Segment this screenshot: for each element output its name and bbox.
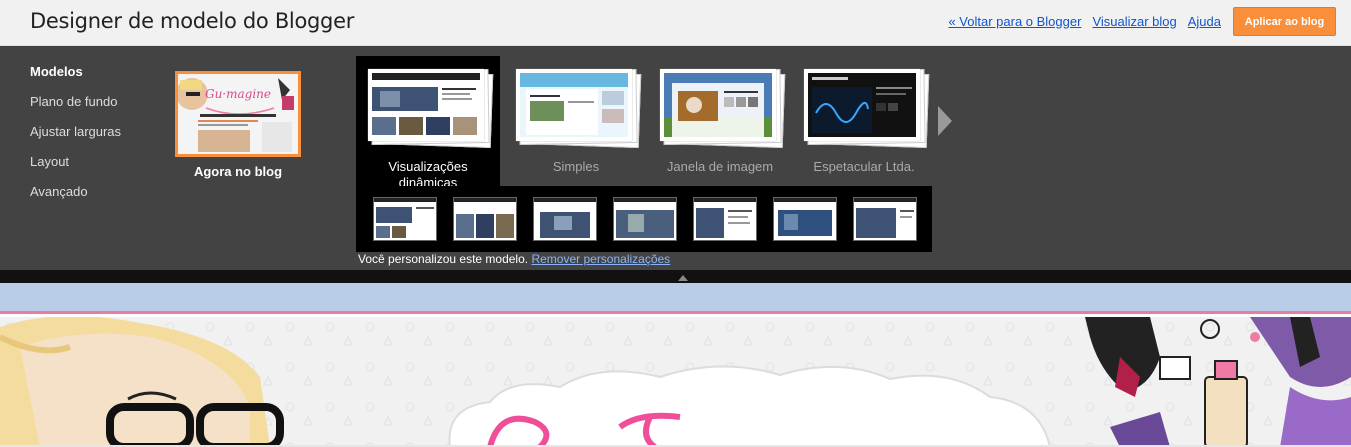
designer-sidenav: Modelos Plano de fundo Ajustar larguras … bbox=[30, 64, 121, 214]
top-header: Designer de modelo do Blogger « Voltar p… bbox=[0, 0, 1351, 46]
variant-thumbnail[interactable] bbox=[453, 197, 517, 241]
view-blog-link[interactable]: Visualizar blog bbox=[1092, 14, 1176, 29]
template-carousel: Visualizações dinâmicas Simples Janela d… bbox=[356, 56, 936, 190]
customization-notice: Você personalizou este modelo. Remover p… bbox=[358, 252, 670, 266]
current-blog-label: Agora no blog bbox=[193, 164, 283, 179]
template-thumbnail bbox=[660, 68, 786, 149]
back-to-blogger-link[interactable]: « Voltar para o Blogger bbox=[948, 14, 1081, 29]
template-awesome-inc[interactable]: Espetacular Ltda. bbox=[799, 68, 930, 175]
variant-thumbnail[interactable] bbox=[613, 197, 677, 241]
blog-preview-navbar bbox=[0, 283, 1351, 314]
variant-thumbnail[interactable] bbox=[693, 197, 757, 241]
template-picture-window[interactable]: Janela de imagem bbox=[655, 68, 786, 175]
variant-thumbnail[interactable] bbox=[533, 197, 597, 241]
blog-preview-header bbox=[0, 315, 1351, 447]
remove-customizations-link[interactable]: Remover personalizações bbox=[531, 252, 670, 266]
apply-to-blog-button[interactable]: Aplicar ao blog bbox=[1233, 7, 1336, 36]
help-link[interactable]: Ajuda bbox=[1188, 14, 1221, 29]
blog-header-artwork bbox=[0, 315, 1351, 447]
template-thumbnail bbox=[368, 68, 494, 149]
template-thumbnail bbox=[516, 68, 642, 149]
template-dynamic-views[interactable]: Visualizações dinâmicas bbox=[363, 68, 494, 191]
designer-panel: Modelos Plano de fundo Ajustar larguras … bbox=[0, 46, 1351, 270]
app-title: Designer de modelo do Blogger bbox=[30, 9, 355, 33]
variant-thumbnail[interactable] bbox=[373, 197, 437, 241]
current-blog-preview-image: Gu·magine bbox=[178, 74, 298, 154]
current-blog[interactable]: Gu·magine Agora no blog bbox=[175, 71, 301, 179]
template-name: Janela de imagem bbox=[666, 159, 774, 174]
current-blog-logo-text: Gu·magine bbox=[205, 87, 271, 101]
header-links: « Voltar para o Blogger Visualizar blog … bbox=[948, 14, 1221, 29]
sidenav-item-layout[interactable]: Layout bbox=[30, 154, 121, 184]
variant-thumbnail[interactable] bbox=[773, 197, 837, 241]
template-variants bbox=[356, 186, 932, 252]
template-simple[interactable]: Simples bbox=[511, 68, 642, 175]
template-name: Espetacular Ltda. bbox=[813, 159, 915, 174]
current-blog-thumbnail[interactable]: Gu·magine bbox=[175, 71, 301, 157]
sidenav-item-adjust-widths[interactable]: Ajustar larguras bbox=[30, 124, 121, 154]
variant-thumbnail[interactable] bbox=[853, 197, 917, 241]
customization-notice-text: Você personalizou este modelo. bbox=[358, 252, 529, 266]
sidenav-item-templates[interactable]: Modelos bbox=[30, 64, 121, 94]
collapse-panel-caret-icon[interactable] bbox=[678, 275, 688, 281]
next-templates-arrow-icon[interactable] bbox=[938, 106, 952, 136]
blog-preview bbox=[0, 283, 1351, 447]
sidenav-item-advanced[interactable]: Avançado bbox=[30, 184, 121, 214]
template-thumbnail bbox=[804, 68, 930, 149]
template-name: Simples bbox=[552, 159, 600, 174]
panel-divider bbox=[0, 270, 1351, 283]
sidenav-item-background[interactable]: Plano de fundo bbox=[30, 94, 121, 124]
